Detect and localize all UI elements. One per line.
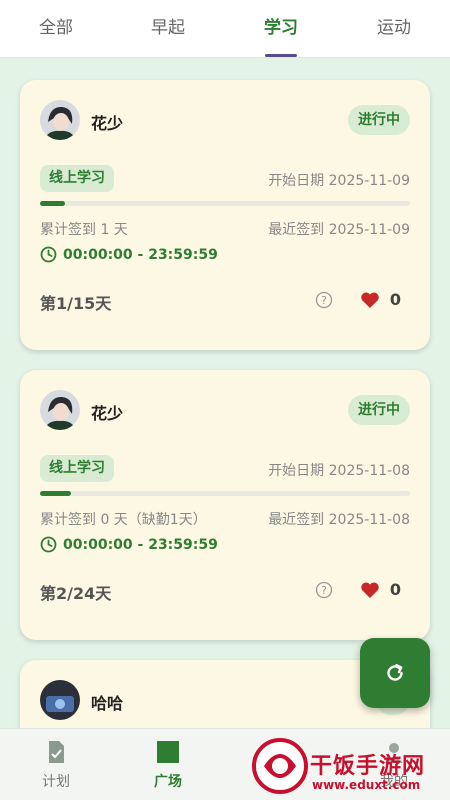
tab-sport[interactable]: 运动 [338, 0, 450, 58]
svg-text:?: ? [321, 294, 327, 307]
heart-icon[interactable] [360, 581, 380, 599]
watermark-title: 干饭手游网 [310, 754, 426, 779]
day-count: 第2/24天 [40, 584, 112, 603]
checkin-total: 累计签到 0 天（缺勤1天） [40, 512, 207, 528]
watermark-url: www.eduxt.com [312, 778, 421, 792]
progress-fill [40, 491, 71, 496]
last-checkin: 最近签到 2025-11-09 [268, 222, 410, 238]
time-window-text: 00:00:00 - 23:59:59 [63, 246, 218, 263]
status-badge: 进行中 [348, 395, 410, 425]
like-count: 0 [389, 290, 401, 309]
plan-icon [49, 741, 64, 763]
help-icon[interactable]: ? [315, 291, 333, 309]
time-window-text: 00:00:00 - 23:59:59 [63, 536, 218, 553]
top-tab-bar: 全部 早起 学习 运动 [0, 0, 450, 58]
avatar[interactable] [40, 680, 80, 720]
refresh-button[interactable] [360, 638, 430, 708]
status-badge: 进行中 [348, 105, 410, 135]
tab-study[interactable]: 学习 [225, 0, 337, 58]
start-date: 开始日期 2025-11-08 [268, 463, 410, 479]
nav-square[interactable]: 广场 [112, 729, 224, 800]
heart-icon[interactable] [360, 291, 380, 309]
progress-fill [40, 201, 65, 206]
user-name: 哈哈 [91, 694, 124, 713]
like-count: 0 [389, 580, 401, 599]
plan-card[interactable]: 花少 进行中 线上学习 开始日期 2025-11-08 累计签到 0 天（缺勤1… [20, 370, 430, 640]
square-icon [157, 741, 179, 763]
tab-study-label: 学习 [264, 18, 298, 38]
refresh-icon [387, 664, 403, 681]
day-count: 第1/15天 [40, 294, 112, 313]
progress-bar [40, 201, 410, 206]
checkin-total: 累计签到 1 天 [40, 222, 128, 238]
avatar[interactable] [40, 100, 80, 140]
tab-all[interactable]: 全部 [0, 0, 112, 58]
clock-icon [40, 536, 57, 553]
tab-early-rise[interactable]: 早起 [112, 0, 224, 58]
active-tab-indicator [265, 54, 297, 57]
time-window: 00:00:00 - 23:59:59 [40, 246, 218, 263]
progress-bar [40, 491, 410, 496]
clock-icon [40, 246, 57, 263]
category-tag: 线上学习 [40, 455, 114, 482]
watermark: 干饭手游网 www.eduxt.com [250, 734, 450, 800]
plan-card[interactable]: 花少 进行中 线上学习 开始日期 2025-11-09 累计签到 1 天 最近签… [20, 80, 430, 350]
nav-plan-label: 计划 [42, 774, 70, 790]
watermark-logo-icon [252, 738, 308, 794]
user-name: 花少 [91, 404, 124, 423]
time-window: 00:00:00 - 23:59:59 [40, 536, 218, 553]
start-date: 开始日期 2025-11-09 [268, 173, 410, 189]
nav-square-label: 广场 [154, 774, 182, 790]
help-icon[interactable]: ? [315, 581, 333, 599]
avatar[interactable] [40, 390, 80, 430]
user-name: 花少 [91, 114, 124, 133]
category-tag: 线上学习 [40, 165, 114, 192]
last-checkin: 最近签到 2025-11-08 [268, 512, 410, 528]
nav-plan[interactable]: 计划 [0, 729, 112, 800]
svg-text:?: ? [321, 584, 327, 597]
